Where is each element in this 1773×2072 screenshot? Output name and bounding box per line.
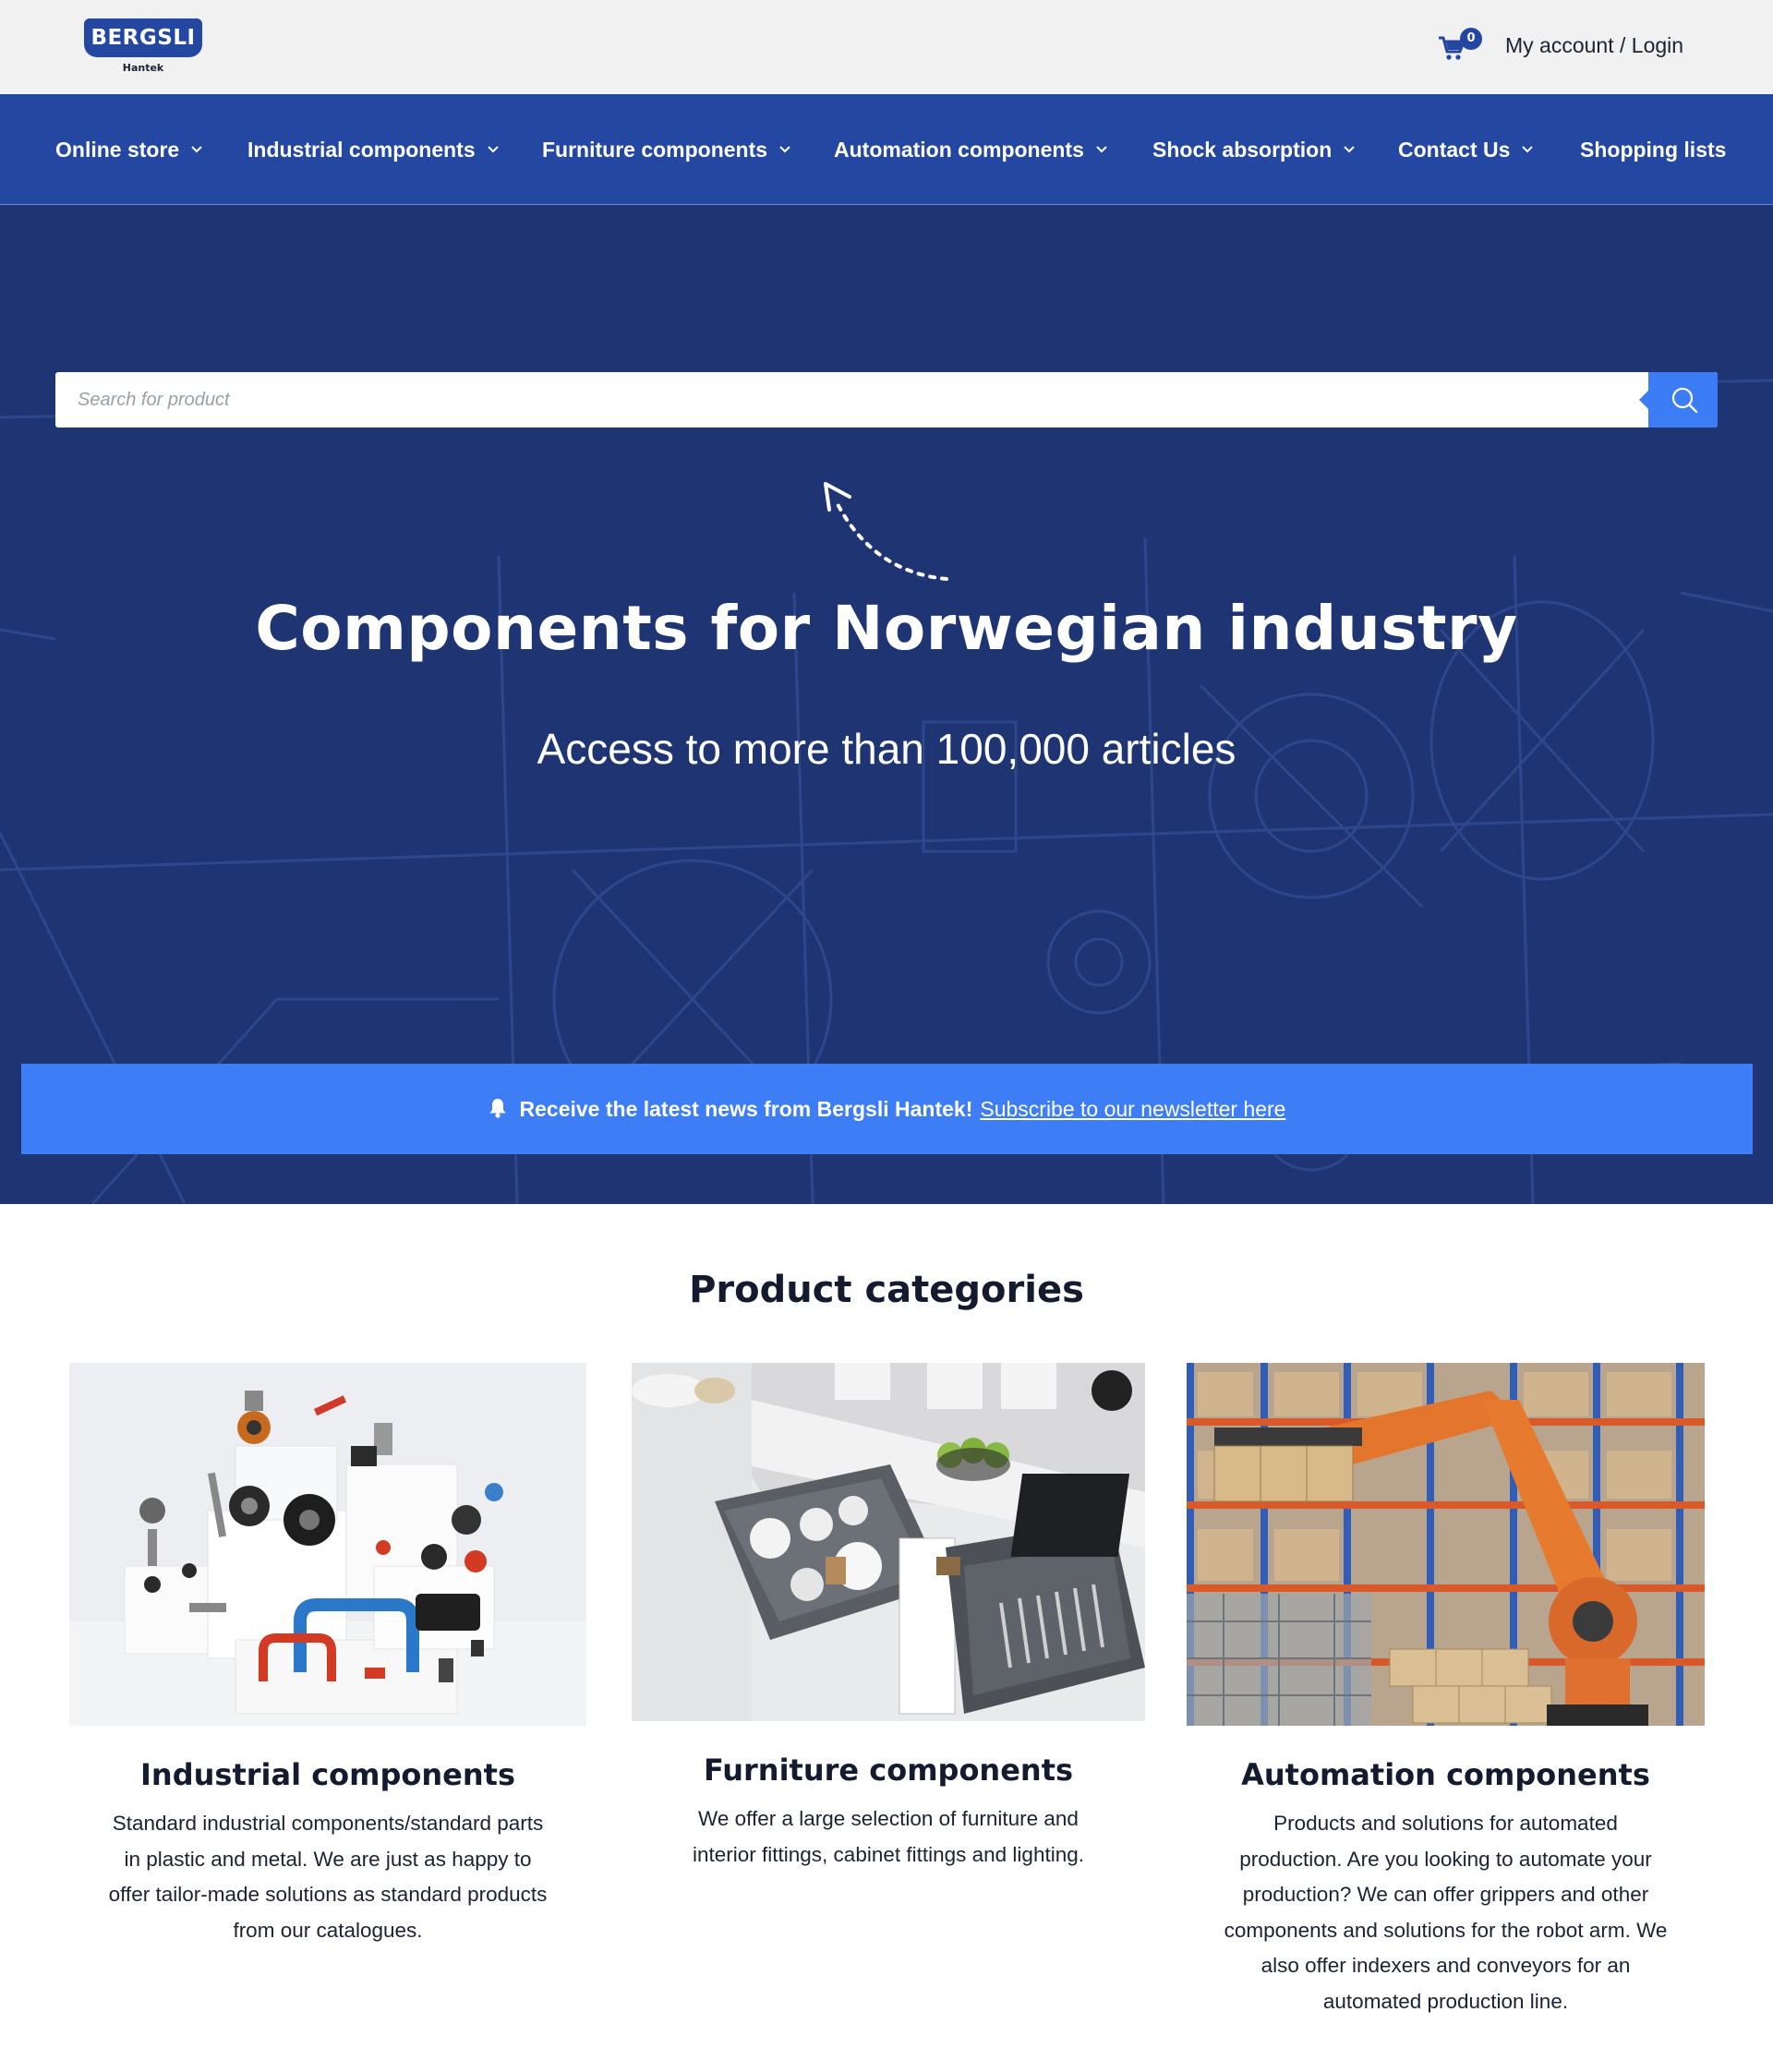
description-line: components and solutions for the robot a… — [1224, 1918, 1668, 1942]
dashed-arrow-icon — [824, 482, 948, 581]
logo-subtext: Hantek — [122, 62, 164, 74]
cart-count-badge: 0 — [1460, 28, 1482, 50]
description-line: interior fittings, cabinet fittings and … — [693, 1842, 1084, 1866]
nav-item-contact-us[interactable]: Contact Us — [1398, 94, 1534, 205]
category-description: Standard industrial components/standard … — [69, 1806, 586, 1948]
hero-title: Components for Norwegian industry — [255, 593, 1518, 664]
main-nav: Online store Industrial components Furni… — [0, 94, 1773, 205]
chevron-down-icon — [1096, 146, 1107, 153]
search-bar — [55, 372, 1718, 428]
description-line: in plastic and metal. We are just as hap… — [124, 1847, 532, 1871]
category-description: We offer a large selection of furniture … — [632, 1801, 1145, 1873]
chevron-down-icon — [1522, 146, 1534, 153]
search-input[interactable] — [55, 372, 1648, 428]
nav-item-shopping-lists[interactable]: Shopping lists — [1580, 94, 1726, 205]
chevron-down-icon — [1344, 146, 1355, 153]
description-line: production? We can offer grippers and ot… — [1242, 1883, 1649, 1906]
nav-item-label: Furniture components — [542, 138, 768, 162]
nav-item-furniture-components[interactable]: Furniture components — [542, 94, 791, 205]
description-line: Standard industrial components/standard … — [112, 1812, 544, 1835]
newsletter-subscribe-link[interactable]: Subscribe to our newsletter here — [980, 1097, 1285, 1121]
newsletter-text: Receive the latest news from Bergsli Han… — [519, 1097, 973, 1121]
chevron-down-icon — [487, 146, 499, 153]
search-button[interactable] — [1639, 372, 1718, 428]
nav-item-shock-absorption[interactable]: Shock absorption — [1152, 94, 1356, 205]
category-title[interactable]: Automation components — [1187, 1757, 1705, 1792]
chevron-down-icon — [779, 146, 790, 153]
nav-item-online-store[interactable]: Online store — [55, 94, 203, 205]
cart-button[interactable]: 0 — [1436, 28, 1482, 65]
nav-item-label: Online store — [55, 138, 180, 162]
description-line: from our catalogues. — [233, 1918, 423, 1942]
description-line: We offer a large selection of furniture … — [698, 1807, 1079, 1830]
furniture-components-image[interactable] — [632, 1363, 1145, 1721]
nav-item-label: Shopping lists — [1580, 138, 1727, 162]
nav-item-industrial-components[interactable]: Industrial components — [247, 94, 500, 205]
description-line: offer tailor-made solutions as standard … — [108, 1883, 548, 1906]
description-line: Products and solutions for automated — [1273, 1812, 1618, 1835]
logo-text: BERGSLI — [84, 18, 202, 57]
bell-icon — [489, 1098, 506, 1118]
product-categories-section: Product categories Industrial components… — [0, 1204, 1773, 2072]
blueprint-background — [0, 379, 1773, 1204]
nav-item-label: Industrial components — [247, 138, 476, 162]
nav-item-label: Automation components — [834, 138, 1084, 162]
top-bar: BERGSLI Hantek 0 My account / Login — [0, 0, 1773, 94]
category-title[interactable]: Industrial components — [69, 1757, 586, 1792]
description-line: also offer indexers and conveyors for an — [1260, 1954, 1631, 1977]
search-icon — [1671, 387, 1698, 414]
nav-item-label: Contact Us — [1398, 138, 1511, 162]
industrial-components-image[interactable] — [69, 1363, 586, 1726]
chevron-down-icon — [191, 146, 202, 153]
hero-section: Components for Norwegian industry Access… — [0, 205, 1773, 1204]
newsletter-banner: Receive the latest news from Bergsli Han… — [21, 1064, 1753, 1154]
section-title: Product categories — [689, 1269, 1084, 1311]
description-line: production. Are you looking to automate … — [1239, 1847, 1652, 1871]
bergsli-logo[interactable]: BERGSLI Hantek — [84, 18, 202, 78]
nav-item-automation-components[interactable]: Automation components — [834, 94, 1108, 205]
automation-components-image[interactable] — [1187, 1363, 1705, 1726]
hero-subtitle: Access to more than 100,000 articles — [537, 725, 1236, 773]
category-description: Products and solutions for automated pro… — [1187, 1806, 1705, 2019]
nav-item-label: Shock absorption — [1152, 138, 1333, 162]
description-line: automated production line. — [1322, 1989, 1569, 2013]
category-title[interactable]: Furniture components — [632, 1753, 1145, 1788]
account-login-link[interactable]: My account / Login — [1505, 33, 1683, 58]
